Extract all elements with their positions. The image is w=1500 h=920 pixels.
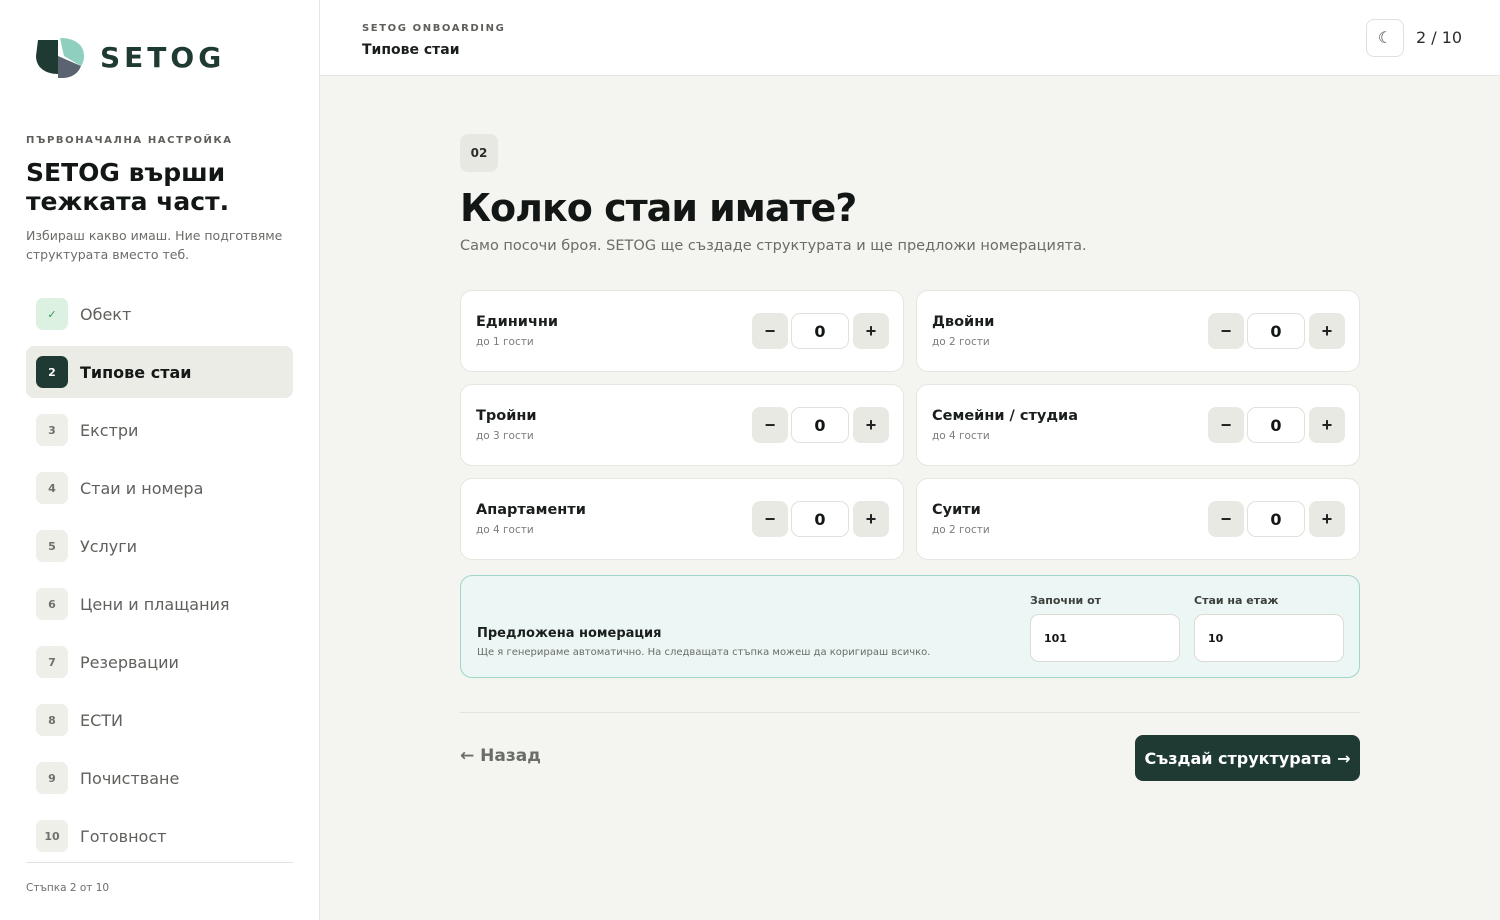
increment-button[interactable]: + <box>853 313 889 349</box>
step-label: Услуги <box>80 536 138 556</box>
numbering-title: Предложена номерация <box>477 626 662 641</box>
room-capacity: до 4 гости <box>476 524 534 536</box>
decrement-button[interactable]: − <box>752 501 788 537</box>
content-divider <box>460 712 1360 713</box>
rooms-per-floor-label: Стаи на етаж <box>1194 594 1279 607</box>
sidebar-eyebrow: ПЪРВОНАЧАЛНА НАСТРОЙКА <box>26 135 233 146</box>
quantity-stepper[interactable]: 0 <box>1247 501 1305 537</box>
room-capacity: до 3 гости <box>476 430 534 442</box>
start-from-label: Започни от <box>1030 594 1102 607</box>
room-name: Апартаменти <box>476 502 586 518</box>
theme-toggle-button[interactable]: ☾ <box>1366 19 1404 57</box>
logo: SETOG <box>34 36 225 78</box>
increment-button[interactable]: + <box>1309 313 1345 349</box>
step-label: Обект <box>80 304 132 324</box>
step-number: 6 <box>36 588 68 620</box>
room-name: Семейни / студиа <box>932 408 1078 424</box>
room-card-single: Единични до 1 гости − 0 + <box>460 290 904 372</box>
room-card-triple: Тройни до 3 гости − 0 + <box>460 384 904 466</box>
step-number: 9 <box>36 762 68 794</box>
step-badge: 02 <box>460 134 498 172</box>
step-number: 2 <box>36 356 68 388</box>
step-label: Почистване <box>80 768 180 788</box>
page-subtitle: Само посочи броя. SETOG ще създаде струк… <box>460 238 1087 254</box>
create-structure-button[interactable]: Създай структурата → <box>1135 735 1360 781</box>
step-label: ЕСТИ <box>80 710 124 730</box>
sidebar-headline: SETOG върши тежката част. <box>26 158 230 216</box>
logo-leaf-icon <box>36 38 84 78</box>
room-name: Суити <box>932 502 981 518</box>
step-item-readiness[interactable]: 10 Готовност <box>26 810 293 862</box>
step-label: Готовност <box>80 826 167 846</box>
room-card-family-studio: Семейни / студиа до 4 гости − 0 + <box>916 384 1360 466</box>
step-counter: Стъпка 2 от 10 <box>26 882 110 894</box>
back-button[interactable]: ← Назад <box>460 746 541 766</box>
step-item-esti[interactable]: 8 ЕСТИ <box>26 694 293 746</box>
room-capacity: до 4 гости <box>932 430 990 442</box>
sidebar-subtext: Избираш какво имаш. Ние подготвяме струк… <box>26 228 283 262</box>
step-item-extras[interactable]: 3 Екстри <box>26 404 293 456</box>
topbar: SETOG ONBOARDING Типове стаи ☾ 2 / 10 <box>320 0 1500 76</box>
decrement-button[interactable]: − <box>752 407 788 443</box>
step-number: 10 <box>36 820 68 852</box>
topbar-eyebrow: SETOG ONBOARDING <box>362 23 506 34</box>
step-label: Типове стаи <box>80 362 192 382</box>
room-capacity: до 2 гости <box>932 336 990 348</box>
check-icon: ✓ <box>36 298 68 330</box>
quantity-stepper[interactable]: 0 <box>1247 313 1305 349</box>
room-card-apartments: Апартаменти до 4 гости − 0 + <box>460 478 904 560</box>
step-number: 7 <box>36 646 68 678</box>
topbar-title: Типове стаи <box>362 42 460 58</box>
increment-button[interactable]: + <box>1309 407 1345 443</box>
step-number: 3 <box>36 414 68 446</box>
room-capacity: до 2 гости <box>932 524 990 536</box>
brand-name: SETOG <box>100 40 226 74</box>
room-name: Двойни <box>932 314 995 330</box>
step-number: 4 <box>36 472 68 504</box>
step-item-services[interactable]: 5 Услуги <box>26 520 293 572</box>
step-label: Екстри <box>80 420 139 440</box>
page-title: Колко стаи имате? <box>460 186 857 230</box>
step-label: Стаи и номера <box>80 478 204 498</box>
step-label: Цени и плащания <box>80 594 230 614</box>
quantity-stepper[interactable]: 0 <box>791 407 849 443</box>
increment-button[interactable]: + <box>853 501 889 537</box>
step-item-reservations[interactable]: 7 Резервации <box>26 636 293 688</box>
quantity-stepper[interactable]: 0 <box>1247 407 1305 443</box>
step-list: ✓ Обект 2 Типове стаи 3 Екстри 4 Стаи и … <box>26 288 293 868</box>
sidebar-divider <box>26 862 293 863</box>
rooms-per-floor-input[interactable] <box>1194 614 1344 662</box>
decrement-button[interactable]: − <box>1208 501 1244 537</box>
numbering-subtitle: Ще я генерираме автоматично. На следваща… <box>477 647 931 658</box>
progress-indicator: 2 / 10 <box>1416 28 1463 47</box>
quantity-stepper[interactable]: 0 <box>791 501 849 537</box>
step-label: Резервации <box>80 652 179 672</box>
decrement-button[interactable]: − <box>752 313 788 349</box>
step-item-object[interactable]: ✓ Обект <box>26 288 293 340</box>
room-card-double: Двойни до 2 гости − 0 + <box>916 290 1360 372</box>
start-from-input[interactable] <box>1030 614 1180 662</box>
sidebar: SETOG ПЪРВОНАЧАЛНА НАСТРОЙКА SETOG върши… <box>0 0 320 920</box>
quantity-stepper[interactable]: 0 <box>791 313 849 349</box>
moon-icon: ☾ <box>1377 30 1393 47</box>
room-name: Единични <box>476 314 559 330</box>
room-capacity: до 1 гости <box>476 336 534 348</box>
step-item-room-types[interactable]: 2 Типове стаи <box>26 346 293 398</box>
decrement-button[interactable]: − <box>1208 407 1244 443</box>
decrement-button[interactable]: − <box>1208 313 1244 349</box>
numbering-panel: Предложена номерация Ще я генерираме авт… <box>460 575 1360 678</box>
room-card-suites: Суити до 2 гости − 0 + <box>916 478 1360 560</box>
step-number: 5 <box>36 530 68 562</box>
increment-button[interactable]: + <box>853 407 889 443</box>
step-item-rooms-numbers[interactable]: 4 Стаи и номера <box>26 462 293 514</box>
step-item-prices-payments[interactable]: 6 Цени и плащания <box>26 578 293 630</box>
increment-button[interactable]: + <box>1309 501 1345 537</box>
step-item-cleaning[interactable]: 9 Почистване <box>26 752 293 804</box>
step-number: 8 <box>36 704 68 736</box>
room-name: Тройни <box>476 408 537 424</box>
